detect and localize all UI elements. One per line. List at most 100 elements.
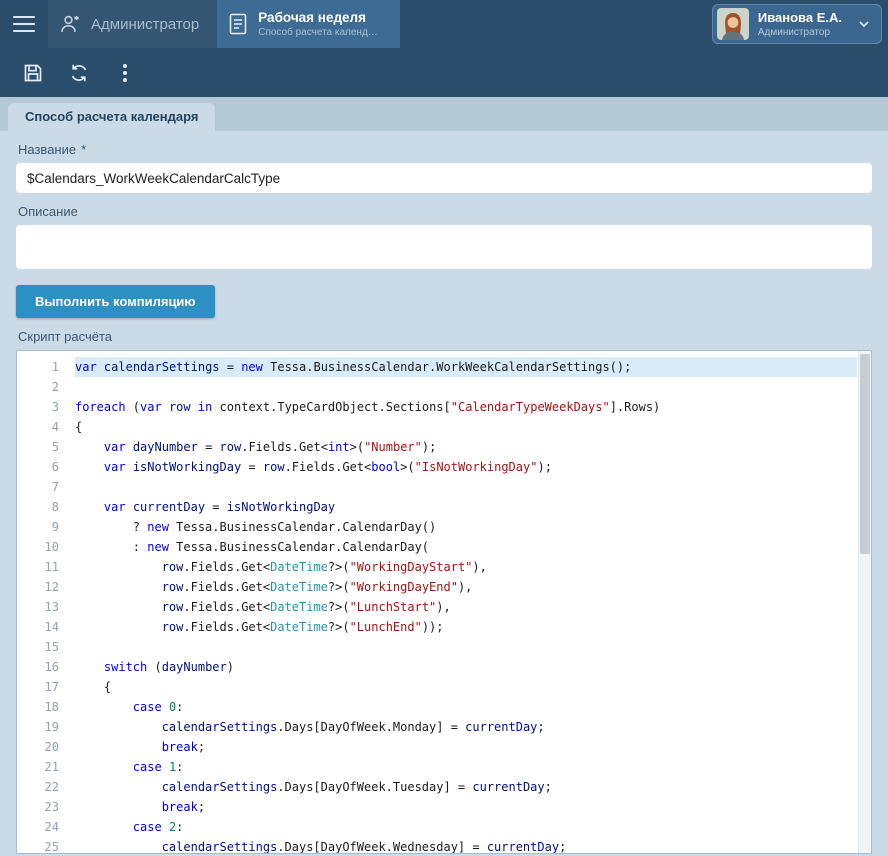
- code-line[interactable]: row.Fields.Get<DateTime?>("WorkingDayEnd…: [75, 577, 857, 597]
- code-row[interactable]: 20 break;: [17, 737, 871, 757]
- save-button[interactable]: [10, 53, 56, 93]
- code-line[interactable]: foreach (var row in context.TypeCardObje…: [75, 397, 857, 417]
- code-row[interactable]: 19 calendarSettings.Days[DayOfWeek.Monda…: [17, 717, 871, 737]
- line-number: 24: [17, 817, 75, 837]
- code-row[interactable]: 13 row.Fields.Get<DateTime?>("LunchStart…: [17, 597, 871, 617]
- code-line[interactable]: calendarSettings.Days[DayOfWeek.Monday] …: [75, 717, 857, 737]
- code-row[interactable]: 25 calendarSettings.Days[DayOfWeek.Wedne…: [17, 837, 871, 854]
- line-number: 1: [17, 357, 75, 377]
- avatar: [717, 8, 749, 40]
- script-label: Скрипт расчёта: [18, 329, 870, 344]
- code-line[interactable]: calendarSettings.Days[DayOfWeek.Tuesday]…: [75, 777, 857, 797]
- tab-working-week[interactable]: Рабочая неделя Способ расчета календ…: [217, 0, 400, 48]
- user-menu[interactable]: Иванова Е.А. Администратор: [712, 4, 882, 44]
- main-menu-button[interactable]: [0, 0, 48, 48]
- code-row[interactable]: 11 row.Fields.Get<DateTime?>("WorkingDay…: [17, 557, 871, 577]
- code-row[interactable]: 6 var isNotWorkingDay = row.Fields.Get<b…: [17, 457, 871, 477]
- code-row[interactable]: 22 calendarSettings.Days[DayOfWeek.Tuesd…: [17, 777, 871, 797]
- form-content: Название* Описание Выполнить компиляцию …: [0, 142, 888, 854]
- refresh-icon: [67, 61, 91, 85]
- code-line[interactable]: row.Fields.Get<DateTime?>("LunchStart"),: [75, 597, 857, 617]
- line-number: 25: [17, 837, 75, 854]
- refresh-button[interactable]: [56, 53, 102, 93]
- code-row[interactable]: 21 case 1:: [17, 757, 871, 777]
- document-icon: [227, 11, 249, 37]
- code-line[interactable]: [75, 637, 857, 657]
- code-line[interactable]: var dayNumber = row.Fields.Get<int>("Num…: [75, 437, 857, 457]
- tab-title: Рабочая неделя: [258, 10, 378, 25]
- name-input[interactable]: [16, 163, 872, 193]
- code-line[interactable]: var calendarSettings = new Tessa.Busines…: [75, 357, 857, 377]
- code-row[interactable]: 8 var currentDay = isNotWorkingDay: [17, 497, 871, 517]
- admin-menu-label: Администратор: [91, 16, 199, 33]
- code-line[interactable]: var isNotWorkingDay = row.Fields.Get<boo…: [75, 457, 857, 477]
- code-row[interactable]: 5 var dayNumber = row.Fields.Get<int>("N…: [17, 437, 871, 457]
- code-line[interactable]: case 2:: [75, 817, 857, 837]
- line-number: 10: [17, 537, 75, 557]
- code-line[interactable]: break;: [75, 797, 857, 817]
- line-number: 14: [17, 617, 75, 637]
- hamburger-icon: [13, 11, 35, 36]
- code-line[interactable]: [75, 477, 857, 497]
- line-number: 21: [17, 757, 75, 777]
- code-row[interactable]: 4{: [17, 417, 871, 437]
- code-row[interactable]: 18 case 0:: [17, 697, 871, 717]
- code-line[interactable]: case 0:: [75, 697, 857, 717]
- line-number: 15: [17, 637, 75, 657]
- code-line[interactable]: case 1:: [75, 757, 857, 777]
- code-line[interactable]: {: [75, 677, 857, 697]
- line-number: 2: [17, 377, 75, 397]
- code-row[interactable]: 12 row.Fields.Get<DateTime?>("WorkingDay…: [17, 577, 871, 597]
- name-label: Название: [18, 142, 76, 157]
- code-row[interactable]: 3foreach (var row in context.TypeCardObj…: [17, 397, 871, 417]
- line-number: 13: [17, 597, 75, 617]
- code-row[interactable]: 10 : new Tessa.BusinessCalendar.Calendar…: [17, 537, 871, 557]
- editor-scrollbar-thumb[interactable]: [860, 354, 870, 554]
- code-editor[interactable]: 1var calendarSettings = new Tessa.Busine…: [16, 350, 872, 854]
- line-number: 8: [17, 497, 75, 517]
- code-line[interactable]: ? new Tessa.BusinessCalendar.CalendarDay…: [75, 517, 857, 537]
- description-input[interactable]: [16, 225, 872, 269]
- page-tabstrip: Способ расчета календаря: [0, 97, 888, 131]
- code-line[interactable]: row.Fields.Get<DateTime?>("WorkingDaySta…: [75, 557, 857, 577]
- code-line[interactable]: [75, 377, 857, 397]
- save-icon: [21, 61, 45, 85]
- code-line[interactable]: calendarSettings.Days[DayOfWeek.Wednesda…: [75, 837, 857, 854]
- code-line[interactable]: {: [75, 417, 857, 437]
- code-row[interactable]: 16 switch (dayNumber): [17, 657, 871, 677]
- card-toolbar: [0, 48, 888, 97]
- admin-menu-button[interactable]: Администратор: [48, 0, 217, 48]
- more-actions-button[interactable]: [102, 53, 148, 93]
- code-line[interactable]: var currentDay = isNotWorkingDay: [75, 497, 857, 517]
- line-number: 19: [17, 717, 75, 737]
- line-number: 16: [17, 657, 75, 677]
- user-name: Иванова Е.А.: [758, 10, 842, 25]
- line-number: 22: [17, 777, 75, 797]
- code-row[interactable]: 9 ? new Tessa.BusinessCalendar.CalendarD…: [17, 517, 871, 537]
- compile-button[interactable]: Выполнить компиляцию: [16, 285, 215, 318]
- code-lines: 1var calendarSettings = new Tessa.Busine…: [17, 351, 871, 854]
- line-number: 3: [17, 397, 75, 417]
- code-row[interactable]: 23 break;: [17, 797, 871, 817]
- code-row[interactable]: 2: [17, 377, 871, 397]
- code-row[interactable]: 17 {: [17, 677, 871, 697]
- code-row[interactable]: 14 row.Fields.Get<DateTime?>("LunchEnd")…: [17, 617, 871, 637]
- description-label: Описание: [18, 204, 870, 219]
- code-line[interactable]: switch (dayNumber): [75, 657, 857, 677]
- line-number: 11: [17, 557, 75, 577]
- code-row[interactable]: 15: [17, 637, 871, 657]
- editor-scrollbar[interactable]: [858, 351, 871, 853]
- tab-subtitle: Способ расчета календ…: [258, 27, 378, 38]
- code-line[interactable]: row.Fields.Get<DateTime?>("LunchEnd"));: [75, 617, 857, 637]
- app-header: Администратор Рабочая неделя Способ расч…: [0, 0, 888, 48]
- code-row[interactable]: 24 case 2:: [17, 817, 871, 837]
- code-row[interactable]: 7: [17, 477, 871, 497]
- line-number: 6: [17, 457, 75, 477]
- code-line[interactable]: : new Tessa.BusinessCalendar.CalendarDay…: [75, 537, 857, 557]
- code-row[interactable]: 1var calendarSettings = new Tessa.Busine…: [17, 357, 871, 377]
- line-number: 4: [17, 417, 75, 437]
- code-line[interactable]: break;: [75, 737, 857, 757]
- user-role: Администратор: [758, 27, 842, 38]
- line-number: 7: [17, 477, 75, 497]
- tab-calendar-calc-method[interactable]: Способ расчета календаря: [8, 103, 215, 131]
